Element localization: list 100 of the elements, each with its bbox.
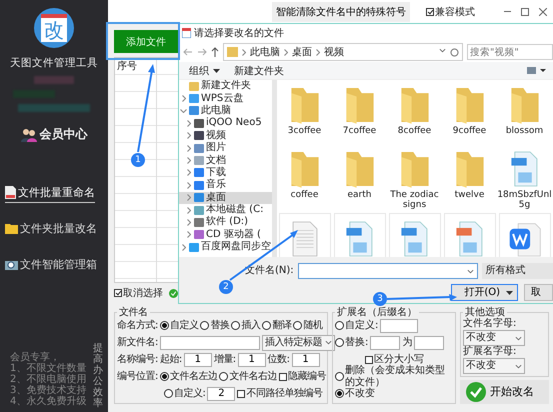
tree-item[interactable]: iQOO Neo5 [179,117,272,130]
tree-item[interactable]: 图片 [179,142,272,154]
group-title: 文件名 [118,307,148,318]
radio-button[interactable]: 插入 [231,320,260,332]
check-circle-icon [466,382,486,402]
field-label: 文件名字母: [463,318,518,330]
file-name[interactable]: blossom [497,126,552,136]
open-button[interactable]: 打开(O) [451,284,518,301]
radio-button[interactable]: 文件名右边 [219,370,277,382]
search-field[interactable]: 搜索"视频" [467,44,553,60]
checkbox[interactable]: 不同路径单独编号 [237,388,322,400]
tree-item[interactable]: 百度网盘同步空 [179,241,272,254]
nav-item[interactable]: 文件夹批量改名 [5,221,97,239]
file-name[interactable]: earth [332,190,387,200]
tree-item[interactable]: 视频 [179,130,272,142]
people-icon [20,128,36,142]
step-badge: 3 [373,292,387,306]
file-name[interactable]: coffee [277,190,332,200]
check-circle-icon[interactable] [169,288,178,298]
step-field[interactable]: 1 [238,352,266,366]
radio-button[interactable]: 翻译 [262,320,292,332]
replace-to-field[interactable] [414,336,444,350]
radio-button[interactable]: 随机 [293,320,322,332]
nav-item[interactable]: 文件批量重命名 [5,185,95,203]
tree-item[interactable]: 音乐 [179,179,272,192]
add-files-button[interactable]: 添加文件 [114,30,178,53]
maximize-icon[interactable] [521,8,529,16]
case-dropdown[interactable]: 不改变 [463,358,525,374]
file-name[interactable]: twelve [442,190,497,200]
organize-menu[interactable]: 组织 [189,64,220,78]
tree-item[interactable]: 此电脑 [179,104,272,118]
caret-icon [506,290,513,294]
tree-item[interactable]: CD 驱动器 ( [179,228,272,242]
case-dropdown[interactable]: 不改变 [463,330,525,346]
radio-button[interactable]: 自定义: [164,388,206,400]
file-name-field[interactable] [298,263,478,279]
nav-item[interactable]: 文件智能管理箱 [5,257,97,275]
chevron-icon [316,48,320,56]
field-label: 起始: [160,354,182,366]
field-label: 名称编号: [117,354,158,366]
forward-icon[interactable] [197,48,207,56]
start-rename-button[interactable]: 开始改名 [460,380,549,404]
tree-item[interactable]: 本地磁盘 (C: [179,204,272,216]
file-name[interactable]: 18mSbzfUnl5g [497,190,552,210]
close-icon[interactable] [539,8,547,16]
insert-title-dropdown[interactable]: 插入特定标题 [262,334,335,350]
path-segment[interactable]: 桌面 [292,45,312,59]
new-folder-button[interactable]: 新建文件夹 [234,64,284,78]
file-name[interactable]: 8coffee [387,126,442,136]
path-segment[interactable]: 此电脑 [250,45,280,59]
refresh-icon[interactable] [450,48,459,56]
caret-icon [515,336,522,340]
radio-button[interactable]: 自定义: [335,320,378,332]
digits-field[interactable]: 1 [292,352,320,366]
perk-text: 4、永久免费升级 [10,396,86,407]
address-bar[interactable]: 此电脑 桌面 视频 [223,43,463,61]
app-icon [182,28,191,38]
tree-item[interactable]: 新建文件夹 [179,80,272,92]
caret-icon [466,268,474,274]
view-icon[interactable] [527,66,549,74]
tree-item[interactable]: 下载 [179,166,272,180]
clean-symbols-button[interactable]: 智能清除文件名中的特殊符号 [272,2,410,22]
minimize-icon[interactable] [504,11,511,13]
checkbox[interactable]: 隐藏编号 [278,370,326,382]
file-name[interactable]: The zodiac signs [387,190,442,210]
tree-item[interactable]: 桌面 [179,192,272,204]
file-name[interactable]: 9coffee [442,126,497,136]
new-name-field[interactable] [160,336,260,350]
tree-item[interactable]: 软件 (D:) [179,216,272,229]
replace-from-field[interactable] [370,336,400,350]
radio-button[interactable]: 删除（会变成未知类型的文件） [335,364,453,388]
tree-item[interactable]: WPS云盘 [179,92,272,105]
cancel-button[interactable]: 取 [524,284,553,301]
path-segment[interactable]: 视频 [324,45,344,59]
radio-button[interactable]: 不改变 [335,388,375,400]
field-label: 扩展名字母: [463,346,518,358]
field-label: 新文件名: [117,336,158,348]
member-center-link[interactable]: 会员中心 [40,126,88,143]
radio-button[interactable]: 自定义 [160,320,198,332]
radio-button[interactable]: 文件名左边 [160,370,218,382]
up-icon[interactable] [211,47,219,57]
checkbox[interactable]: 兼容模式 [426,5,475,19]
file-name[interactable]: 3coffee [277,126,332,136]
arrow [386,294,457,301]
custom-position-field[interactable]: 2 [207,386,236,400]
field-label: 命名方式: [117,320,158,332]
tree-item[interactable]: 文档 [179,154,272,167]
custom-extension-field[interactable] [380,318,418,332]
slogan: 提高办公效率 [93,343,103,409]
caret-icon [439,48,446,52]
start-field[interactable]: 1 [184,352,212,366]
radio-button[interactable]: 替换: [335,336,368,348]
file-name[interactable]: 7coffee [332,126,387,136]
radio-button[interactable]: 替换 [200,320,230,332]
checkbox[interactable]: 区分大小写 [365,354,424,366]
perk-text: 1、不限文件数量 [10,363,86,374]
back-icon[interactable] [183,48,193,56]
checkbox[interactable]: 取消选择 [114,286,163,300]
file-type-dropdown[interactable]: 所有格式 [482,263,553,279]
field-label: 位数: [268,354,290,366]
